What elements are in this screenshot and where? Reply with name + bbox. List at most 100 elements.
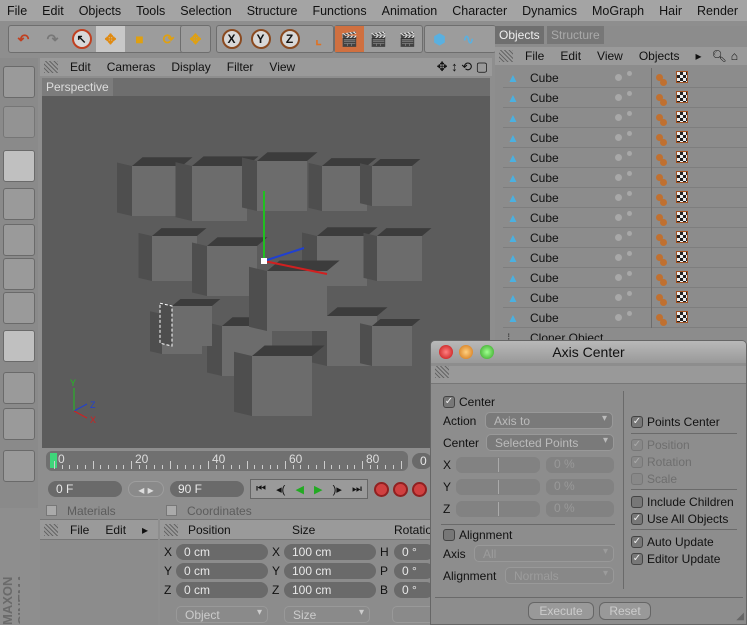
editor-visibility-dot[interactable] — [615, 194, 622, 201]
position-field[interactable]: 0 cm — [176, 544, 268, 560]
object-list-item[interactable]: ▲ Cube — [503, 207, 747, 228]
size-field[interactable]: 100 cm — [284, 563, 376, 579]
object-mode-icon[interactable] — [3, 150, 35, 182]
render-visibility-dot[interactable] — [627, 91, 632, 96]
render-visibility-dot[interactable] — [627, 231, 632, 236]
axis-select[interactable]: All — [474, 545, 614, 562]
editor-visibility-dot[interactable] — [615, 154, 622, 161]
next-key-icon[interactable]: )▸ — [333, 483, 342, 496]
size-mode-select[interactable]: Size — [284, 606, 370, 623]
rotation-field[interactable]: 0 ° — [394, 582, 434, 598]
render-visibility-dot[interactable] — [627, 151, 632, 156]
render-visibility-dot[interactable] — [627, 111, 632, 116]
scale-checkbox[interactable]: Scale — [631, 472, 677, 486]
timeline-ruler[interactable]: 0 20 40 60 80 — [46, 451, 408, 471]
layout-icon[interactable] — [3, 66, 35, 98]
resize-grip-icon[interactable]: ◢ — [736, 611, 744, 622]
go-to-start-icon[interactable]: ⏮ — [256, 483, 266, 496]
redo-icon[interactable]: ↷ — [38, 26, 67, 52]
render-visibility-dot[interactable] — [627, 311, 632, 316]
menu-render[interactable]: Render — [690, 4, 746, 18]
object-list-item[interactable]: ▲ Cube — [503, 167, 747, 188]
position-checkbox[interactable]: ✓ Position — [631, 438, 690, 452]
coordinate-mode-select[interactable]: Object — [176, 606, 268, 623]
render-visibility-dot[interactable] — [627, 211, 632, 216]
minimize-icon[interactable] — [459, 345, 473, 359]
objects-menu-file[interactable]: File — [517, 49, 552, 63]
editor-visibility-dot[interactable] — [615, 314, 622, 321]
render-visibility-dot[interactable] — [627, 191, 632, 196]
menu-objects[interactable]: Objects — [72, 4, 129, 18]
cube-mesh[interactable] — [242, 152, 318, 211]
axis-origin[interactable] — [261, 258, 267, 264]
menu-mograph[interactable]: MoGraph — [585, 4, 652, 18]
texture-tag-icon[interactable] — [676, 170, 688, 183]
alignment-checkbox[interactable]: Alignment — [443, 528, 512, 542]
cube-mesh[interactable] — [234, 345, 325, 417]
texture-tag-icon[interactable] — [676, 290, 688, 303]
editor-visibility-dot[interactable] — [615, 234, 622, 241]
menu-dynamics[interactable]: Dynamics — [515, 4, 585, 18]
object-list-item[interactable]: ▲ Cube — [503, 107, 747, 128]
texture-mode-icon[interactable] — [3, 372, 35, 404]
menu-more-arrow[interactable]: ▸ — [688, 49, 710, 63]
cube-mesh[interactable] — [360, 159, 421, 206]
rotate-icon[interactable]: ⟳ — [154, 26, 183, 52]
z-axis-handle[interactable] — [263, 247, 305, 262]
texture-axis-icon[interactable] — [3, 188, 35, 220]
menu-selection[interactable]: Selection — [173, 4, 239, 18]
points-mode-icon[interactable] — [3, 224, 35, 256]
texture-tag-icon[interactable] — [676, 130, 688, 143]
panel-toggle[interactable] — [166, 505, 177, 516]
auto-update-checkbox[interactable]: ✓ Auto Update — [631, 535, 714, 549]
panel-toggle[interactable] — [46, 505, 57, 516]
menu-edit[interactable]: Edit — [97, 523, 134, 537]
menu-animation[interactable]: Animation — [375, 4, 446, 18]
last-tool-icon[interactable]: ✥ — [181, 26, 210, 52]
axis-value-field[interactable]: 0 % — [546, 479, 614, 495]
cube-mesh[interactable] — [360, 319, 421, 366]
prev-key-icon[interactable]: ◂( — [276, 483, 285, 496]
objects-menu-edit[interactable]: Edit — [552, 49, 589, 63]
render-settings-icon[interactable]: 🎬 — [393, 26, 422, 52]
viewport-menu-cameras[interactable]: Cameras — [99, 60, 164, 74]
viewport-menu-display[interactable]: Display — [163, 60, 218, 74]
texture-tag-icon[interactable] — [676, 90, 688, 103]
viewport-nav-icons[interactable]: ✥ ↕ ⟲ ▢ — [437, 59, 488, 75]
keyframe-selection-icon[interactable] — [412, 481, 427, 497]
object-list-item[interactable]: ▲ Cube — [503, 287, 747, 308]
render-visibility-dot[interactable] — [627, 131, 632, 136]
objects-menu-objects[interactable]: Objects — [631, 49, 688, 63]
render-visibility-dot[interactable] — [627, 71, 632, 76]
cube-mesh[interactable] — [249, 260, 340, 332]
axis-slider[interactable] — [456, 501, 540, 517]
viewport-menu-view[interactable]: View — [261, 60, 303, 74]
rotation-checkbox[interactable]: ✓ Rotation — [631, 455, 692, 469]
axis-value-field[interactable]: 0 % — [546, 457, 614, 473]
cube-mesh[interactable] — [159, 299, 221, 347]
object-list-item[interactable]: ▲ Cube — [503, 67, 747, 88]
include-children-checkbox[interactable]: Include Children — [631, 495, 734, 509]
menu-hair[interactable]: Hair — [652, 4, 690, 18]
edges-mode-icon[interactable] — [3, 258, 35, 290]
rotation-field[interactable]: 0 ° — [394, 544, 434, 560]
editor-visibility-dot[interactable] — [615, 74, 622, 81]
use-all-objects-checkbox[interactable]: ✓ Use All Objects — [631, 512, 728, 526]
points-center-checkbox[interactable]: ✓ Points Center — [631, 415, 720, 429]
object-list-item[interactable]: ▲ Cube — [503, 187, 747, 208]
texture-tag-icon[interactable] — [676, 270, 688, 283]
z-axis-lock-button[interactable]: Z — [275, 26, 304, 52]
close-icon[interactable] — [439, 345, 453, 359]
size-field[interactable]: 100 cm — [284, 582, 376, 598]
start-frame-field[interactable]: 0 F — [48, 481, 122, 497]
object-list-item[interactable]: ▲ Cube — [503, 227, 747, 248]
grip-handle[interactable] — [499, 50, 513, 62]
grip-handle[interactable] — [44, 523, 58, 536]
cube-mesh[interactable] — [363, 228, 432, 281]
objects-menu-view[interactable]: View — [589, 49, 631, 63]
undo-icon[interactable]: ↶ — [9, 26, 38, 52]
texture-tag-icon[interactable] — [676, 250, 688, 263]
current-frame-field[interactable]: 0 — [412, 453, 432, 469]
home-icon[interactable]: ⌂ — [729, 49, 740, 63]
reset-button[interactable]: Reset — [599, 602, 651, 620]
